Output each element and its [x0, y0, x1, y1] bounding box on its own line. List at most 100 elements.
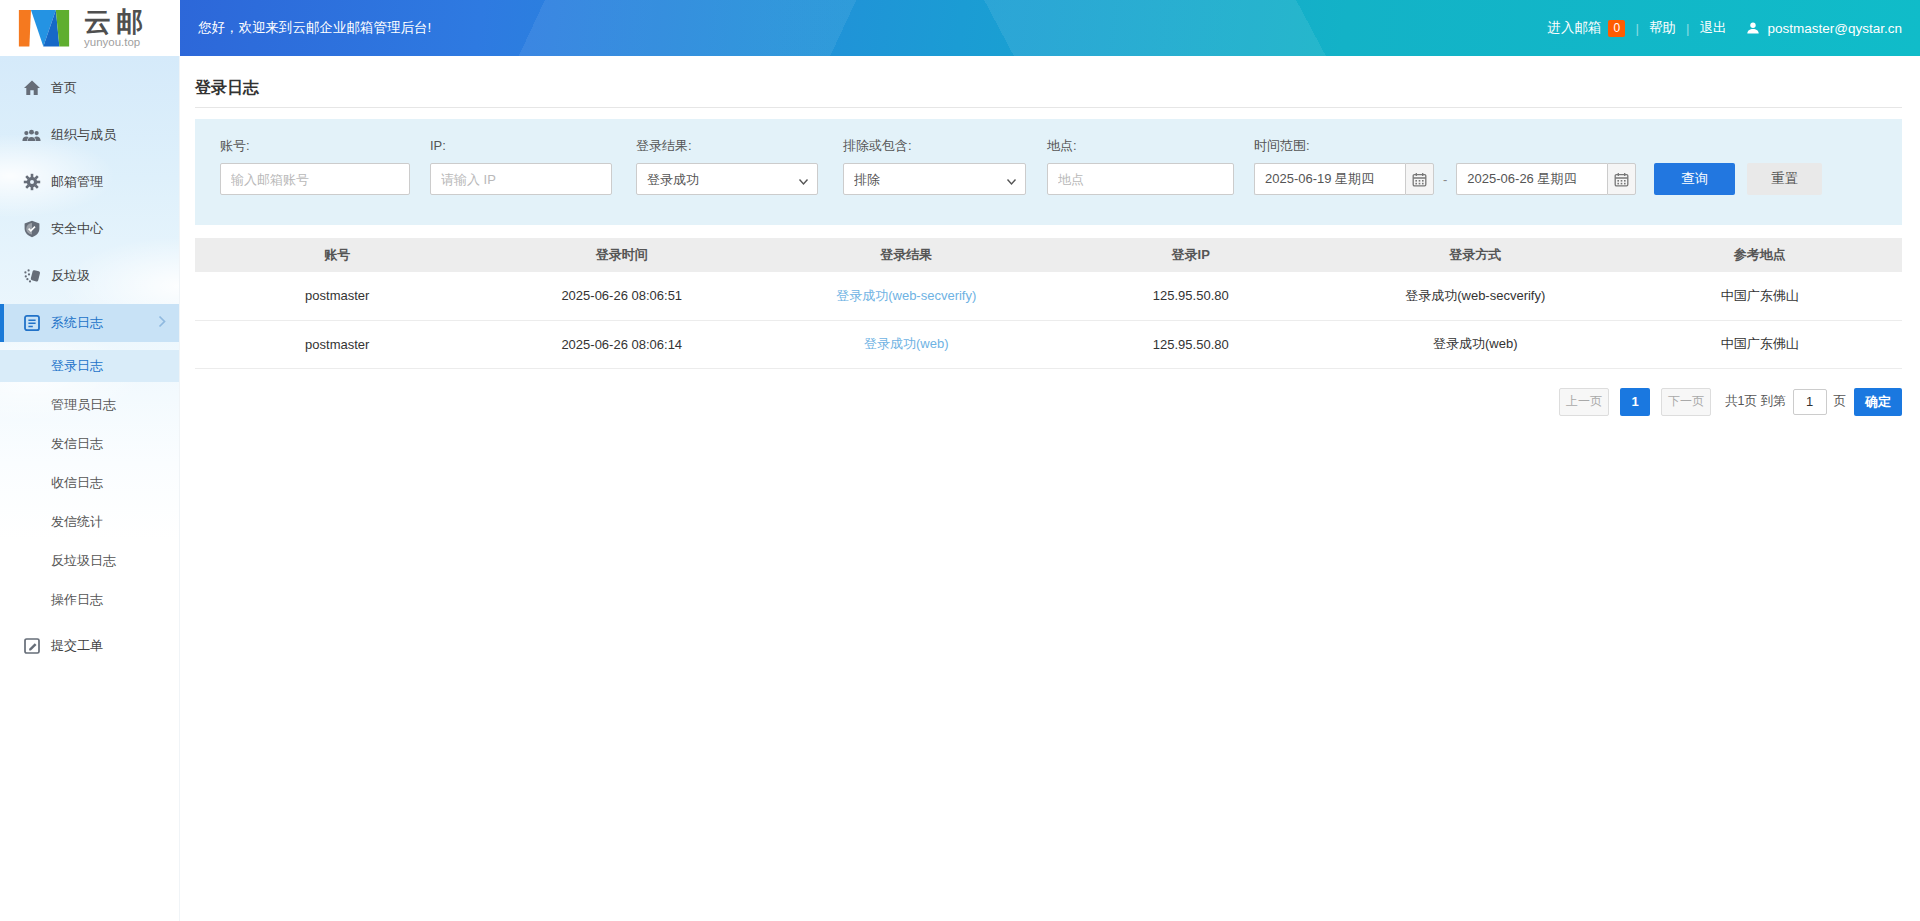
ip-label: IP: [430, 137, 612, 155]
confirm-page-button[interactable]: 确定 [1854, 388, 1902, 416]
sidebar-item-label: 组织与成员 [51, 126, 116, 144]
account-label: 账号: [220, 137, 410, 155]
sidebar-subitem-login-log[interactable]: 登录日志 [0, 350, 179, 382]
brand-domain: yunyou.top [84, 36, 148, 49]
sidebar-item-system-logs[interactable]: 系统日志 [0, 304, 179, 342]
user-email[interactable]: postmaster@qystar.cn [1767, 21, 1902, 36]
cell-login-result-link[interactable]: 登录成功(web) [764, 320, 1049, 368]
sidebar-item-org-members[interactable]: 组织与成员 [0, 116, 179, 154]
end-date-input[interactable] [1456, 163, 1607, 195]
sidebar-subitem-receive-log[interactable]: 收信日志 [0, 467, 179, 499]
cell-login-method: 登录成功(web) [1333, 320, 1618, 368]
col-header-login-result: 登录结果 [764, 238, 1049, 272]
chevron-right-icon [158, 315, 166, 331]
page-title: 登录日志 [195, 78, 1902, 97]
sidebar-item-label: 安全中心 [51, 220, 103, 238]
separator: | [1686, 21, 1690, 36]
table-row: postmaster 2025-06-26 08:06:51 登录成功(web-… [195, 272, 1902, 320]
cell-account: postmaster [195, 320, 480, 368]
page-number-button[interactable]: 1 [1620, 388, 1650, 416]
login-log-table: 账号 登录时间 登录结果 登录IP 登录方式 参考地点 postmaster 2… [195, 238, 1902, 369]
title-divider [195, 107, 1902, 108]
goto-page-input[interactable] [1793, 389, 1827, 415]
table-row: postmaster 2025-06-26 08:06:14 登录成功(web)… [195, 320, 1902, 368]
cell-location: 中国广东佛山 [1618, 272, 1903, 320]
topbar: 您好，欢迎来到云邮企业邮箱管理后台! 进入邮箱 0 | 帮助 | 退出 post… [0, 0, 1920, 56]
login-result-select[interactable]: 登录成功 [636, 163, 818, 195]
login-result-label: 登录结果: [636, 137, 818, 155]
cell-login-method: 登录成功(web-secverify) [1333, 272, 1618, 320]
sidebar-item-mailbox-admin[interactable]: 邮箱管理 [0, 163, 179, 201]
cell-login-time: 2025-06-26 08:06:14 [480, 320, 765, 368]
exclude-include-label: 排除或包含: [843, 137, 1026, 155]
home-icon [22, 78, 41, 97]
mail-count-badge: 0 [1608, 20, 1625, 37]
sidebar-subitem-admin-log[interactable]: 管理员日志 [0, 389, 179, 421]
sidebar: 首页 组织与成员 [0, 56, 180, 921]
col-header-account: 账号 [195, 238, 480, 272]
separator: | [1635, 21, 1639, 36]
end-date-calendar-button[interactable] [1607, 163, 1636, 195]
sidebar-item-home[interactable]: 首页 [0, 69, 179, 107]
welcome-text: 您好，欢迎来到云邮企业邮箱管理后台! [198, 0, 431, 56]
sidebar-subitem-send-log[interactable]: 发信日志 [0, 428, 179, 460]
exclude-include-select[interactable]: 排除 [843, 163, 1026, 195]
location-label: 地点: [1047, 137, 1234, 155]
brand-name: 云邮 [84, 8, 148, 36]
gear-icon [22, 172, 41, 191]
total-pages-text: 共1页 到第 [1725, 393, 1785, 410]
sidebar-subitem-operation-log[interactable]: 操作日志 [0, 584, 179, 616]
sidebar-item-security-center[interactable]: 安全中心 [0, 210, 179, 248]
users-icon [22, 125, 41, 144]
prev-page-button[interactable]: 上一页 [1559, 388, 1609, 416]
topbar-right: 进入邮箱 0 | 帮助 | 退出 postmaster@qystar.cn [1547, 0, 1902, 56]
enter-mailbox-link[interactable]: 进入邮箱 [1547, 19, 1601, 37]
cell-login-result-link[interactable]: 登录成功(web-secverify) [764, 272, 1049, 320]
calendar-icon [1412, 172, 1427, 187]
cell-login-ip: 125.95.50.80 [1049, 272, 1334, 320]
sidebar-item-label: 首页 [51, 79, 77, 97]
cell-login-time: 2025-06-26 08:06:51 [480, 272, 765, 320]
logout-link[interactable]: 退出 [1699, 19, 1726, 37]
start-date-input[interactable] [1254, 163, 1405, 195]
calendar-icon [1614, 172, 1629, 187]
location-input[interactable] [1047, 163, 1234, 195]
sidebar-item-label: 反垃圾 [51, 267, 90, 285]
time-range-label: 时间范围: [1254, 137, 1822, 155]
col-header-location: 参考地点 [1618, 238, 1903, 272]
col-header-login-ip: 登录IP [1049, 238, 1334, 272]
sidebar-item-label: 邮箱管理 [51, 173, 103, 191]
page-unit-text: 页 [1834, 393, 1847, 410]
ticket-icon [22, 637, 41, 656]
main-content: 登录日志 账号: IP: 登录结果: 登录成功 排除或包含: [180, 56, 1920, 921]
user-icon [1746, 21, 1760, 35]
logo: 云邮 yunyou.top [0, 0, 180, 56]
filter-panel: 账号: IP: 登录结果: 登录成功 排除或包含: 排除 [195, 119, 1902, 225]
pagination: 上一页 1 下一页 共1页 到第 页 确定 [195, 388, 1902, 416]
system-log-submenu: 登录日志 管理员日志 发信日志 收信日志 发信统计 反垃圾日志 操作日志 [0, 346, 179, 619]
account-input[interactable] [220, 163, 410, 195]
sidebar-item-label: 提交工单 [51, 637, 103, 655]
ip-input[interactable] [430, 163, 612, 195]
sidebar-item-antispam[interactable]: 反垃圾 [0, 257, 179, 295]
cell-login-ip: 125.95.50.80 [1049, 320, 1334, 368]
search-button[interactable]: 查询 [1654, 163, 1735, 195]
date-range-dash: - [1443, 172, 1447, 187]
antispam-icon [22, 266, 41, 285]
shield-icon [22, 219, 41, 238]
reset-button[interactable]: 重置 [1747, 163, 1822, 195]
brand-logo-icon [17, 6, 71, 51]
log-icon [22, 313, 41, 332]
table-header-row: 账号 登录时间 登录结果 登录IP 登录方式 参考地点 [195, 238, 1902, 272]
cell-location: 中国广东佛山 [1618, 320, 1903, 368]
next-page-button[interactable]: 下一页 [1661, 388, 1711, 416]
start-date-calendar-button[interactable] [1405, 163, 1434, 195]
help-link[interactable]: 帮助 [1649, 19, 1676, 37]
sidebar-subitem-antispam-log[interactable]: 反垃圾日志 [0, 545, 179, 577]
col-header-login-time: 登录时间 [480, 238, 765, 272]
cell-account: postmaster [195, 272, 480, 320]
sidebar-item-label: 系统日志 [51, 314, 103, 332]
col-header-login-method: 登录方式 [1333, 238, 1618, 272]
sidebar-item-submit-ticket[interactable]: 提交工单 [0, 627, 179, 665]
sidebar-subitem-send-stats[interactable]: 发信统计 [0, 506, 179, 538]
